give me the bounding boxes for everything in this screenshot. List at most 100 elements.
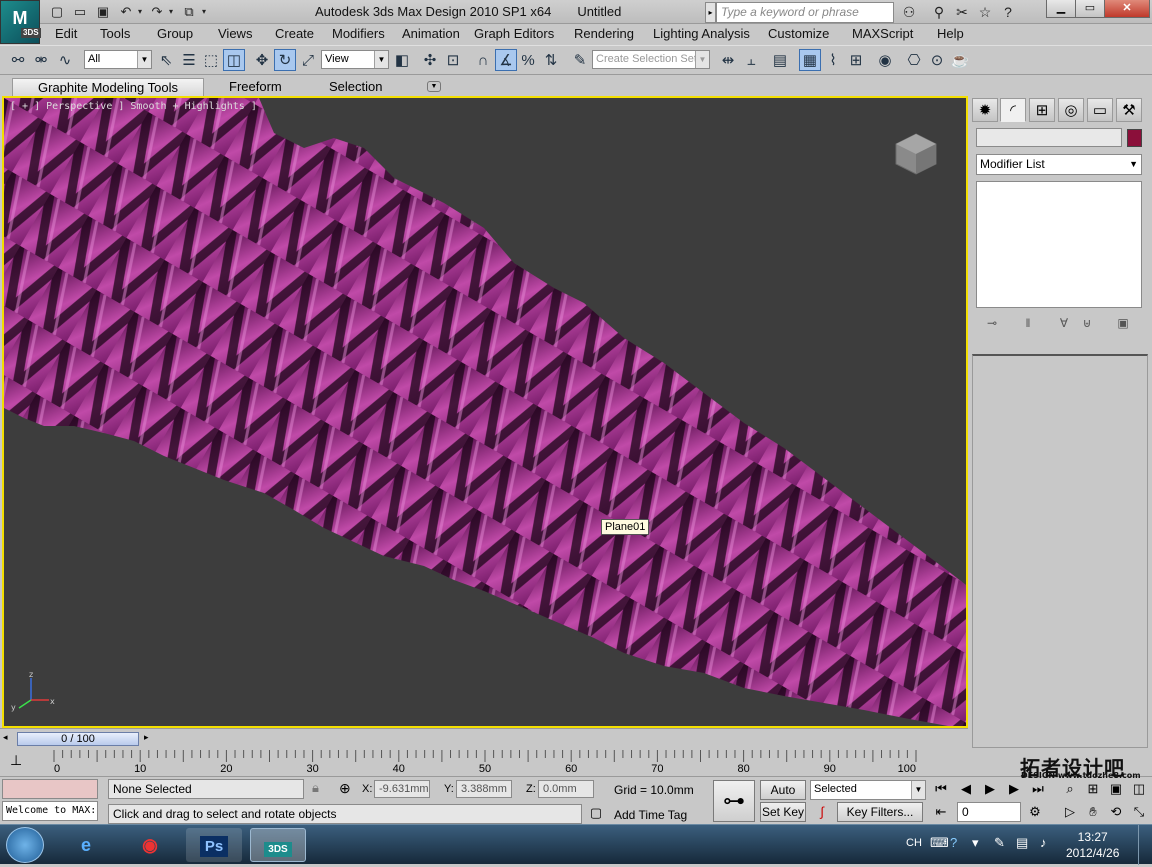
taskbar-3dsmax-icon[interactable]: 3DS [250,828,306,862]
menu-help[interactable]: Help [937,26,964,41]
select-and-scale-icon[interactable]: ⤢ [297,49,319,71]
menu-graph-editors[interactable]: Graph Editors [474,26,554,41]
save-icon[interactable]: ▣ [94,3,112,21]
menu-rendering[interactable]: Rendering [574,26,634,41]
select-by-name-icon[interactable]: ☰ [178,49,200,71]
pivot-center-icon[interactable]: ◧ [391,49,413,71]
quick-access-dropdown-icon[interactable]: ▾ [198,3,210,21]
infocenter-search-input[interactable]: Type a keyword or phrase [716,2,894,23]
tray-pen-icon[interactable]: ✎ [994,835,1005,851]
reference-coordinate-dropdown[interactable]: View ▼ [321,50,389,69]
pan-view-icon[interactable]: ✋︎ [1083,802,1103,822]
next-key-icon[interactable]: ▶︎ [1004,779,1024,799]
keyboard-icon[interactable]: ⌨︎ [930,835,949,851]
tab-utilities-icon[interactable]: ⚒ [1116,98,1142,122]
tab-graphite-modeling-tools[interactable]: Graphite Modeling Tools [12,78,204,96]
menu-tools[interactable]: Tools [100,26,130,41]
maximize-button[interactable]: ▭ [1075,0,1105,18]
minimize-button[interactable]: ▁ [1046,0,1076,18]
render-setup-icon[interactable]: ⎔ [903,49,925,71]
previous-frame-icon[interactable]: ◂ [3,732,8,743]
open-file-icon[interactable]: ▭ [71,3,89,21]
mini-curve-editor-icon[interactable]: ⊥ [10,752,22,769]
set-key-icon[interactable]: ⊶ [713,780,755,822]
keyboard-shortcut-override-icon[interactable]: ⊡ [442,49,464,71]
volume-icon[interactable]: ♪ [1040,835,1047,850]
menu-modifiers[interactable]: Modifiers [332,26,385,41]
menu-edit[interactable]: Edit [55,26,77,41]
menu-lighting-analysis[interactable]: Lighting Analysis [653,26,750,41]
pin-stack-icon[interactable]: ⊸ [982,316,1002,334]
taskbar-media-player-icon[interactable]: ◉ [122,828,178,862]
add-time-tag[interactable]: Add Time Tag [614,808,687,822]
go-to-end-icon[interactable]: ⏭︎ [1028,779,1048,799]
go-to-start-icon[interactable]: ⏮︎ [931,779,951,799]
tab-motion-icon[interactable]: ◎ [1058,98,1084,122]
input-language-indicator[interactable]: CH [906,837,922,849]
maximize-viewport-icon[interactable]: ⤡ [1129,802,1149,822]
field-of-view-icon[interactable]: ▷ [1060,802,1080,822]
communication-center-icon[interactable]: ⚲ [928,3,950,22]
auto-key-button[interactable]: Auto Key [760,780,806,815]
schematic-view-icon[interactable]: ⊞ [845,49,867,71]
select-and-move-icon[interactable]: ✥ [251,49,273,71]
z-coord-field[interactable]: 0.0mm [538,780,594,798]
modifier-stack[interactable] [976,181,1142,308]
viewcube-icon[interactable] [894,132,938,176]
mirror-icon[interactable]: ⇹ [717,49,739,71]
subscription-center-icon[interactable]: ✂ [951,3,973,22]
show-end-result-icon[interactable]: ‖ [1018,316,1038,334]
remove-modifier-icon[interactable]: ⊎ [1077,316,1097,334]
tab-create-icon[interactable]: ✹ [972,98,998,122]
menu-create[interactable]: Create [275,26,314,41]
time-slider[interactable]: 0 / 100 [17,732,139,746]
object-name-field[interactable] [976,128,1122,147]
spinner-snap-icon[interactable]: ⇅ [540,49,562,71]
close-button[interactable]: ✕ [1104,0,1150,18]
key-filters-button[interactable]: Key Filters... [837,802,923,822]
current-frame-field[interactable]: 0 [957,802,1021,822]
taskbar-photoshop-icon[interactable]: Ps [186,828,242,862]
time-tag-icon[interactable]: ▢ [586,805,606,825]
plane01-mesh[interactable] [4,98,968,728]
menu-group[interactable]: Group [157,26,193,41]
zoom-extents-icon[interactable]: ▣ [1106,779,1126,799]
key-mode-toggle-icon[interactable]: ⇤ [931,802,951,822]
maxscript-mini-listener-input[interactable] [2,779,98,799]
menu-maxscript[interactable]: MAXScript [852,26,913,41]
binoculars-icon[interactable]: ⚇ [898,3,920,22]
window-crossing-icon[interactable]: ◫ [223,49,245,71]
configure-modifier-sets-icon[interactable]: ▣ [1113,316,1133,334]
zoom-extents-all-icon[interactable]: ◫ [1129,779,1149,799]
previous-key-icon[interactable]: ◀︎ [956,779,976,799]
named-selection-set-dropdown[interactable]: Create Selection Set ▼ [592,50,710,69]
taskbar-internet-explorer-icon[interactable]: e [58,828,114,862]
select-and-manipulate-icon[interactable]: ✣ [419,49,441,71]
zoom-icon[interactable]: ⌕ [1060,779,1080,799]
unlink-icon[interactable]: ⚮ [30,49,52,71]
angle-snap-icon[interactable]: ∡ [495,49,517,71]
snaps-toggle-icon[interactable]: ∩ [472,49,494,71]
system-clock[interactable]: 13:27 2012/4/26 [1066,829,1119,861]
project-folder-icon[interactable]: ⧉ [180,3,198,21]
maxscript-listener-output[interactable]: Welcome to MAX: [2,801,98,821]
curve-editor-icon[interactable]: ⌇ [822,49,844,71]
graphite-modeling-toggle-icon[interactable]: ▦ [799,49,821,71]
select-and-rotate-icon[interactable]: ↻ [274,49,296,71]
ribbon-minimize-icon[interactable]: ▼ [427,81,441,92]
tab-selection[interactable]: Selection [329,78,382,96]
tab-display-icon[interactable]: ▭ [1087,98,1113,122]
menu-views[interactable]: Views [218,26,252,41]
tab-hierarchy-icon[interactable]: ⊞ [1029,98,1055,122]
network-icon[interactable]: ▤ [1016,835,1028,851]
selection-lock-icon[interactable]: 🔒︎ [312,780,319,796]
menu-animation[interactable]: Animation [402,26,460,41]
object-color-swatch[interactable] [1127,129,1142,147]
favorites-star-icon[interactable]: ☆ [974,3,996,22]
x-coord-field[interactable]: -9.631mm [374,780,430,798]
new-file-icon[interactable]: ▢ [48,3,66,21]
key-mode-dropdown[interactable]: Selected ▼ [810,780,926,800]
align-icon[interactable]: ⫠ [740,49,762,71]
rendered-frame-window-icon[interactable]: ⊙ [926,49,948,71]
tray-overflow-icon[interactable]: ▾ [972,835,979,851]
